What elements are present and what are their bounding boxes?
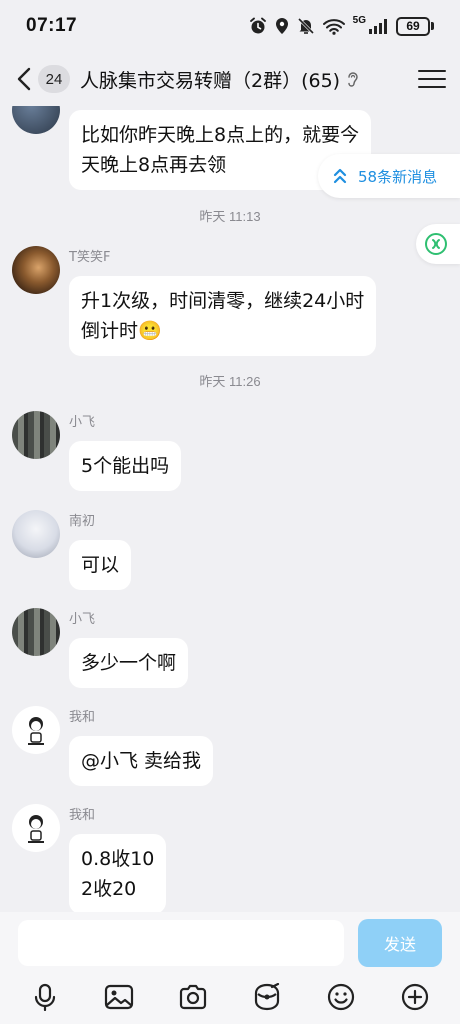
- new-messages-button[interactable]: 58条新消息: [318, 154, 460, 198]
- emoji-button[interactable]: [321, 977, 361, 1017]
- double-chevron-up-icon: [333, 168, 347, 184]
- avatar[interactable]: [12, 246, 60, 294]
- new-messages-label: 58条新消息: [358, 167, 438, 186]
- sender-name: 南初: [69, 514, 96, 529]
- chevron-left-icon: [17, 67, 31, 91]
- unread-count-badge: 24: [38, 65, 70, 93]
- timestamp-separator: 昨天 11:13: [199, 209, 261, 224]
- red-packet-icon: [254, 983, 280, 1011]
- message-item: 我和 0.8收10 2收20: [12, 804, 452, 912]
- message-item: 小飞 多少一个啊: [12, 608, 452, 698]
- group-title-text: 人脉集市交易转赠（2群）(65): [80, 69, 341, 92]
- avatar[interactable]: [12, 411, 60, 459]
- message-bubble[interactable]: 可以: [69, 540, 132, 590]
- message-bubble[interactable]: 多少一个啊: [69, 638, 189, 688]
- message-bubble[interactable]: @小飞 卖给我: [69, 736, 214, 786]
- message-bubble[interactable]: 0.8收10 2收20: [69, 834, 167, 912]
- status-bar: 07:17 5G 69: [0, 0, 460, 52]
- network-label: 5G: [352, 14, 366, 26]
- sender-name: 我和: [69, 808, 96, 823]
- location-icon: [275, 18, 288, 34]
- floating-app-button[interactable]: [416, 224, 460, 264]
- app-logo-icon: [425, 233, 447, 255]
- chat-header: 24 人脉集市交易转赠（2群）(65): [0, 52, 460, 106]
- message-item: 我和 @小飞 卖给我: [12, 706, 452, 796]
- menu-icon: [418, 70, 446, 72]
- image-icon: [104, 984, 134, 1010]
- input-area: 发送: [0, 912, 460, 1024]
- plus-icon: [401, 983, 429, 1011]
- wifi-icon: [322, 18, 345, 35]
- emoji-icon: [327, 983, 355, 1011]
- image-button[interactable]: [99, 977, 139, 1017]
- battery-icon: 69: [396, 16, 434, 36]
- menu-button[interactable]: [418, 65, 446, 93]
- microphone-icon: [34, 983, 56, 1011]
- message-item: 南初 可以: [12, 510, 452, 600]
- avatar[interactable]: [12, 804, 60, 852]
- message-item: 小飞 5个能出吗: [12, 411, 452, 501]
- more-button[interactable]: [395, 977, 435, 1017]
- alarm-icon: [249, 17, 266, 34]
- status-icons: 5G 69: [249, 14, 434, 36]
- input-toolbar: [0, 976, 460, 1018]
- status-time: 07:17: [26, 15, 78, 36]
- back-button[interactable]: 24: [14, 65, 70, 93]
- ear-icon: [348, 72, 358, 87]
- timestamp-separator: 昨天 11:26: [199, 374, 261, 389]
- mute-bell-icon: [297, 17, 314, 35]
- battery-level: 69: [406, 19, 420, 33]
- send-button[interactable]: 发送: [358, 919, 442, 967]
- sender-name: 小飞: [69, 612, 96, 627]
- sender-name: 小飞: [69, 415, 96, 430]
- camera-button[interactable]: [173, 977, 213, 1017]
- avatar[interactable]: [12, 608, 60, 656]
- message-input[interactable]: [18, 920, 344, 966]
- avatar[interactable]: [12, 106, 60, 134]
- avatar[interactable]: [12, 510, 60, 558]
- voice-button[interactable]: [25, 977, 65, 1017]
- message-bubble[interactable]: 5个能出吗: [69, 441, 182, 491]
- camera-icon: [179, 984, 207, 1010]
- chat-area[interactable]: 比如你昨天晚上8点上的，就要今 天晚上8点再去领 昨天 11:13 T笑笑F 升…: [0, 106, 460, 912]
- red-packet-button[interactable]: [247, 977, 287, 1017]
- signal-icon: [369, 18, 387, 34]
- message-bubble[interactable]: 升1次级，时间清零，继续24小时 倒计时😬: [69, 276, 377, 356]
- avatar[interactable]: [12, 706, 60, 754]
- sender-name: T笑笑F: [69, 250, 111, 265]
- group-title[interactable]: 人脉集市交易转赠（2群）(65): [80, 66, 418, 93]
- message-item: T笑笑F 升1次级，时间清零，继续24小时 倒计时😬: [12, 246, 452, 356]
- sender-name: 我和: [69, 710, 96, 725]
